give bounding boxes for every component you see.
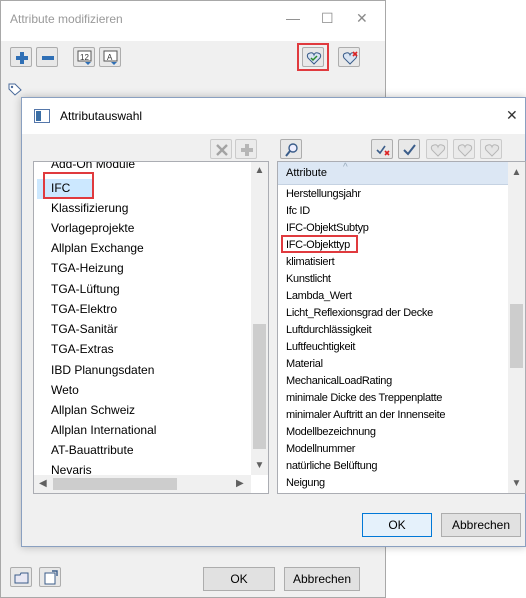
favorite-add-button[interactable] bbox=[302, 47, 324, 67]
list-item[interactable]: klimatisiert bbox=[286, 256, 335, 268]
uncheck-all-icon bbox=[376, 145, 390, 156]
attribute-group-list[interactable]: Add-On Module IFC Klassifizierung Vorlag… bbox=[33, 161, 269, 494]
list-item[interactable]: Klassifizierung bbox=[51, 201, 128, 215]
uncheck-all-button[interactable] bbox=[371, 139, 393, 159]
inner-ok-button[interactable]: OK bbox=[362, 513, 432, 537]
inner-favorite-button[interactable] bbox=[426, 139, 448, 159]
inner-titlebar: Attributauswahl ✕ bbox=[22, 98, 525, 134]
scroll-left-arrow-icon[interactable]: ◀ bbox=[39, 478, 47, 489]
attribute-selection-dialog: Attributauswahl ✕ Add-On Module IFC Klas… bbox=[21, 97, 526, 547]
list-item-ifc-objekttyp[interactable]: IFC-Objekttyp bbox=[286, 239, 350, 251]
scroll-up-arrow-icon[interactable]: ▲ bbox=[251, 165, 268, 176]
number-format-button[interactable]: 12 bbox=[73, 47, 95, 67]
list-item[interactable]: MechanicalLoadRating bbox=[286, 375, 392, 387]
sort-ascending-icon: ^ bbox=[343, 162, 348, 173]
check-all-icon bbox=[403, 144, 416, 156]
open-button[interactable] bbox=[10, 567, 32, 587]
export-button[interactable] bbox=[39, 567, 61, 587]
scroll-down-arrow-icon[interactable]: ▼ bbox=[251, 460, 268, 471]
text-format-button[interactable]: A bbox=[99, 47, 121, 67]
minimize-button[interactable]: — bbox=[286, 10, 300, 26]
dialog-app-icon bbox=[34, 109, 50, 126]
outer-cancel-button[interactable]: Abbrechen bbox=[284, 567, 360, 591]
list-item[interactable]: AT-Bauattribute bbox=[51, 443, 134, 457]
scroll-right-arrow-icon[interactable]: ▶ bbox=[236, 478, 244, 489]
add-icon bbox=[16, 52, 28, 64]
export-icon bbox=[44, 570, 58, 585]
list-item[interactable]: minimaler Auftritt an der Innenseite bbox=[286, 409, 445, 421]
inner-favorite-delete-button[interactable] bbox=[480, 139, 502, 159]
delete-icon bbox=[216, 144, 228, 156]
close-button[interactable]: ✕ bbox=[356, 10, 368, 27]
list-item[interactable]: IFC-ObjektSubtyp bbox=[286, 222, 369, 234]
maximize-button[interactable]: ☐ bbox=[321, 10, 334, 27]
list-item[interactable]: TGA-Elektro bbox=[51, 302, 117, 316]
list-item[interactable]: Vorlageprojekte bbox=[51, 221, 134, 235]
column-header[interactable]: Attribute ^ bbox=[278, 162, 508, 185]
favorite-add-icon bbox=[457, 144, 473, 157]
inner-add-button[interactable] bbox=[235, 139, 257, 159]
list-item[interactable]: Luftfeuchtigkeit bbox=[286, 341, 356, 353]
add-icon bbox=[241, 144, 253, 156]
inner-cancel-button[interactable]: Abbrechen bbox=[441, 513, 521, 537]
list-item[interactable]: Neigung bbox=[286, 477, 325, 489]
favorite-delete-icon bbox=[484, 144, 500, 157]
left-vertical-scrollbar[interactable]: ▲ ▼ bbox=[251, 162, 268, 475]
list-item[interactable]: Allplan Exchange bbox=[51, 241, 144, 255]
favorite-add-icon bbox=[306, 52, 322, 65]
list-item[interactable]: Herstellungsjahr bbox=[286, 188, 361, 200]
list-item[interactable]: Material bbox=[286, 358, 323, 370]
search-icon bbox=[285, 143, 298, 157]
delete-button[interactable] bbox=[210, 139, 232, 159]
text-format-icon: A bbox=[103, 50, 118, 65]
h-scroll-thumb[interactable] bbox=[53, 478, 177, 490]
remove-icon bbox=[42, 56, 54, 60]
outer-window-title: Attribute modifizieren bbox=[10, 12, 123, 26]
favorite-icon bbox=[430, 144, 446, 157]
list-item[interactable]: Lambda_Wert bbox=[286, 290, 352, 302]
outer-ok-button[interactable]: OK bbox=[203, 567, 275, 591]
favorite-delete-button[interactable] bbox=[338, 47, 360, 67]
list-item[interactable]: TGA-Extras bbox=[51, 342, 114, 356]
list-item[interactable]: Weto bbox=[51, 383, 79, 397]
list-item[interactable]: IBD Planungsdaten bbox=[51, 363, 154, 377]
search-button[interactable] bbox=[280, 139, 302, 159]
scroll-down-arrow-icon[interactable]: ▼ bbox=[508, 478, 525, 489]
list-item[interactable]: Allplan International bbox=[51, 423, 156, 437]
scroll-thumb[interactable] bbox=[253, 324, 266, 449]
list-item[interactable]: Ifc ID bbox=[286, 205, 310, 217]
right-vertical-scrollbar[interactable]: ▲ ▼ bbox=[508, 162, 525, 493]
attribute-list[interactable]: Attribute ^ Herstellungsjahr Ifc ID IFC-… bbox=[277, 161, 526, 494]
inner-close-button[interactable]: ✕ bbox=[506, 107, 518, 124]
list-item-ifc[interactable]: IFC bbox=[51, 181, 70, 195]
list-item[interactable]: Modellnummer bbox=[286, 443, 355, 455]
remove-attribute-button[interactable] bbox=[36, 47, 58, 67]
open-folder-icon bbox=[14, 572, 29, 584]
scroll-up-arrow-icon[interactable]: ▲ bbox=[508, 167, 525, 178]
list-item[interactable]: Luftdurchlässigkeit bbox=[286, 324, 372, 336]
list-item[interactable]: Allplan Schweiz bbox=[51, 403, 135, 417]
favorite-delete-icon bbox=[342, 51, 358, 65]
list-item[interactable]: TGA-Heizung bbox=[51, 261, 124, 275]
inner-favorite-add-button[interactable] bbox=[453, 139, 475, 159]
list-item[interactable]: Licht_Reflexionsgrad der Decke bbox=[286, 307, 433, 319]
scroll-thumb[interactable] bbox=[510, 304, 523, 368]
list-item[interactable]: Modellbezeichnung bbox=[286, 426, 376, 438]
number-format-icon: 12 bbox=[77, 50, 92, 65]
list-item[interactable]: TGA-Lüftung bbox=[51, 282, 120, 296]
left-horizontal-scrollbar[interactable]: ◀ ▶ bbox=[34, 475, 251, 493]
list-item[interactable]: Kunstlicht bbox=[286, 273, 331, 285]
add-attribute-button[interactable] bbox=[10, 47, 32, 67]
list-item[interactable]: minimale Dicke des Treppenplatte bbox=[286, 392, 442, 404]
column-header-label: Attribute bbox=[286, 167, 327, 179]
list-item[interactable]: TGA-Sanitär bbox=[51, 322, 118, 336]
inner-dialog-title: Attributauswahl bbox=[60, 109, 143, 123]
svg-text:A: A bbox=[107, 53, 113, 62]
list-item[interactable]: Add-On Module bbox=[51, 162, 135, 171]
svg-text:12: 12 bbox=[80, 53, 89, 62]
outer-titlebar: Attribute modifizieren — ☐ ✕ bbox=[1, 1, 385, 41]
check-all-button[interactable] bbox=[398, 139, 420, 159]
list-item[interactable]: natürliche Belüftung bbox=[286, 460, 378, 472]
